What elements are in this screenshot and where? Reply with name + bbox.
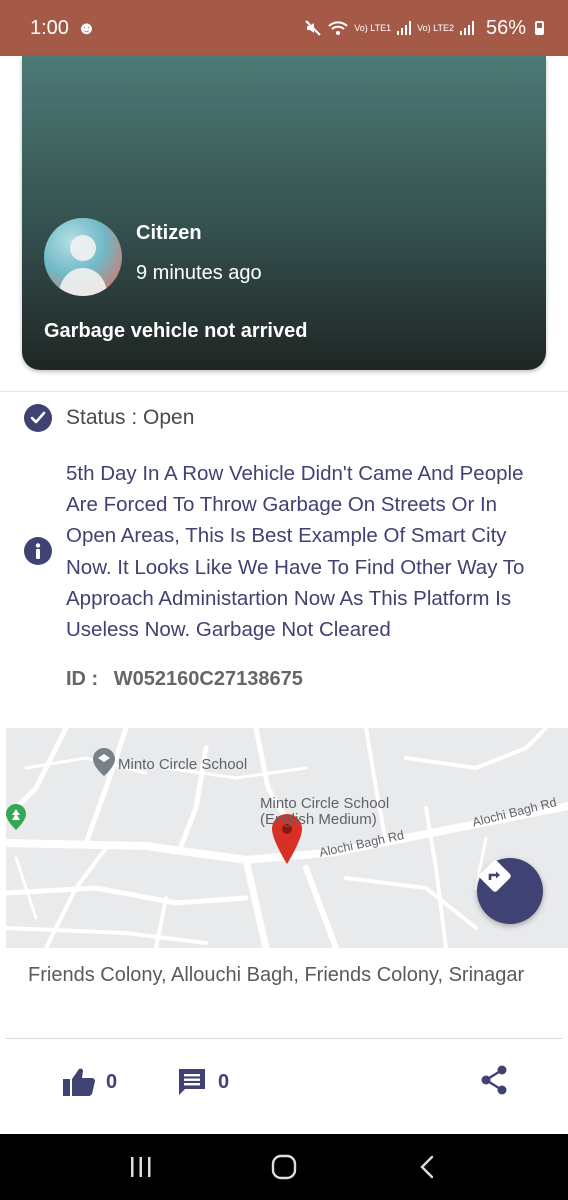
author-name: Citizen — [136, 222, 202, 244]
park-marker — [6, 804, 26, 830]
back-icon — [419, 1155, 433, 1179]
wifi-icon — [328, 21, 348, 35]
comment-icon — [179, 1069, 205, 1095]
divider — [0, 391, 568, 392]
status-time: 1:00 — [30, 16, 69, 39]
directions-button[interactable] — [477, 858, 543, 924]
home-icon — [271, 1154, 297, 1180]
like-count: 0 — [106, 1070, 118, 1093]
back-button[interactable] — [407, 1147, 447, 1187]
like-button[interactable]: 0 — [62, 1064, 117, 1100]
status-row: Status : Open — [24, 404, 194, 432]
user-silhouette-icon — [58, 235, 108, 296]
post-title: Garbage vehicle not arrived — [44, 320, 308, 342]
network-2-label: Vo) LTE2 — [417, 22, 454, 33]
map-label-school-poi: Minto Circle School — [118, 756, 248, 773]
signal-2-icon — [459, 21, 474, 35]
map-roads — [6, 728, 568, 948]
status-text: Status : Open — [66, 406, 195, 429]
home-button[interactable] — [264, 1147, 304, 1187]
map-label-school-line2: (English Medium) — [260, 811, 377, 828]
comment-button[interactable]: 0 — [176, 1064, 229, 1100]
directions-icon — [479, 860, 511, 892]
location-address: Friends Colony, Allouchi Bagh, Friends C… — [28, 964, 525, 986]
network-1-label: Vo) LTE1 — [354, 22, 392, 33]
share-button[interactable] — [480, 1062, 508, 1098]
accessibility-person-icon: ☻ — [76, 17, 96, 38]
recent-apps-icon — [131, 1157, 151, 1177]
battery-percentage: 56% — [485, 16, 526, 39]
post-description: 5th Day In A Row Vehicle Didn't Came And… — [66, 462, 525, 642]
post-id-value: W052160C27138675 — [113, 668, 303, 690]
check-circle-icon — [24, 404, 52, 432]
post-header-card: Citizen 9 minutes ago Garbage vehicle no… — [22, 56, 546, 370]
share-icon — [481, 1065, 507, 1095]
thumbs-up-icon — [63, 1068, 95, 1096]
system-navigation-bar — [0, 1134, 568, 1200]
status-indicators: Vo) LTE1 Vo) LTE2 56% — [304, 17, 544, 40]
system-status-bar: 1:00 ☻ Vo) LTE1 Vo) LTE2 56% — [0, 0, 568, 56]
post-id-label: ID : — [66, 668, 99, 690]
comment-count: 0 — [218, 1070, 230, 1093]
location-map[interactable]: Minto Circle School Minto Circle School … — [6, 728, 568, 948]
map-label-school-full: Minto Circle School (English Medium) — [260, 796, 389, 828]
signal-1-icon — [397, 21, 412, 35]
battery-icon — [535, 21, 544, 35]
info-icon — [24, 537, 52, 565]
recent-apps-button[interactable] — [121, 1147, 161, 1187]
map-label-school-line1: Minto Circle School — [260, 795, 390, 812]
post-id: ID : W052160C27138675 — [66, 668, 303, 691]
avatar[interactable] — [44, 218, 122, 296]
post-time: 9 minutes ago — [136, 262, 262, 284]
mute-icon — [305, 20, 321, 36]
divider — [6, 1038, 562, 1039]
